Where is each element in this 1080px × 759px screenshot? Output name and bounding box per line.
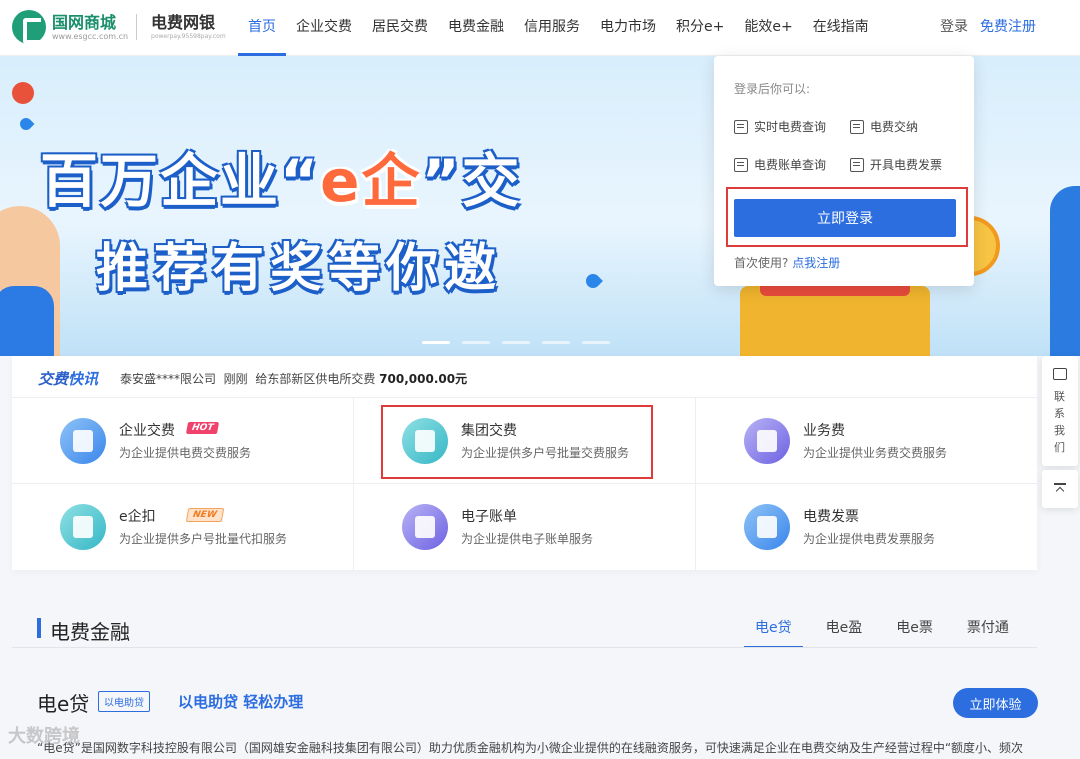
nav-power-market[interactable]: 电力市场 xyxy=(590,0,666,56)
try-now-button[interactable]: 立即体验 xyxy=(953,688,1038,718)
product-name: 电e贷 xyxy=(37,692,90,716)
chat-icon xyxy=(1053,368,1067,380)
product-tag: 以电助贷 xyxy=(98,691,150,712)
logo-product-url: powerpay.95598pay.com xyxy=(151,32,226,40)
login-hint: 登录后你可以: xyxy=(734,82,811,96)
logo-product-name: 电费网银 xyxy=(151,12,216,32)
product-slogan: 以电助贷 轻松办理 xyxy=(178,693,304,711)
carousel-dot[interactable] xyxy=(422,341,450,344)
new-badge: NEW xyxy=(185,508,224,522)
feature-invoice[interactable]: 开具电费发票 xyxy=(850,156,942,173)
nav-credit-service[interactable]: 信用服务 xyxy=(514,0,590,56)
decor-blue-drop xyxy=(17,115,35,133)
watermark: 大数跨境 xyxy=(8,726,80,747)
yen-doc-icon xyxy=(60,418,106,464)
contact-us-button[interactable]: 联系我们 xyxy=(1042,356,1078,466)
star-doc-icon xyxy=(402,504,448,550)
bar-chart-icon xyxy=(744,418,790,464)
service-e-deduct[interactable]: e企扣 NEW 为企业提供多户号批量代扣服务 xyxy=(12,484,354,570)
decor-red-blob xyxy=(12,82,34,104)
carousel-dot[interactable] xyxy=(502,341,530,344)
site-logo[interactable]: 国网商城 www.esgcc.com.cn 电费网银 powerpay.9559… xyxy=(12,10,226,44)
tab-piao-fu-tong[interactable]: 票付通 xyxy=(956,610,1020,648)
finance-section-title: 电费金融 xyxy=(50,620,130,644)
banner-subheadline: 推荐有奖等你邀 xyxy=(96,239,503,299)
feature-bill-payment[interactable]: 电费交纳 xyxy=(850,118,918,135)
service-invoice[interactable]: 电费发票 为企业提供电费发票服务 xyxy=(696,484,1037,570)
contact-us-label: 联系我们 xyxy=(1054,390,1065,454)
ticker-title: 交费快讯 xyxy=(38,370,99,388)
ticker-message: 泰安盛****限公司 刚刚 给东部新区供电所交费 700,000.00元 xyxy=(120,372,468,386)
tab-dian-e-ying[interactable]: 电e盈 xyxy=(815,610,874,648)
highlight-outline xyxy=(381,405,653,479)
printer-icon xyxy=(850,157,864,172)
finance-tabs: 电e贷 电e盈 电e票 票付通 xyxy=(744,610,1020,648)
decor-left-character xyxy=(0,206,60,356)
first-use-text: 首次使用? 点我注册 xyxy=(734,256,841,270)
carousel-dot[interactable] xyxy=(462,341,490,344)
tab-dian-e-piao[interactable]: 电e票 xyxy=(885,610,944,648)
decor-blue-drop xyxy=(583,271,603,291)
carousel-dot[interactable] xyxy=(542,341,570,344)
banner-headline: 百万企业“e企”交 xyxy=(40,147,522,215)
sgcc-logo-icon xyxy=(12,10,46,44)
payment-news-ticker: 交费快讯 泰安盛****限公司 刚刚 给东部新区供电所交费 700,000.00… xyxy=(12,356,1037,398)
nav-home[interactable]: 首页 xyxy=(238,0,286,56)
section-divider xyxy=(12,647,1037,648)
header-register-link[interactable]: 免费注册 xyxy=(980,0,1036,54)
header-login-link[interactable]: 登录 xyxy=(940,0,968,54)
logo-url: www.esgcc.com.cn xyxy=(52,31,129,41)
product-description: “电e贷”是国网数字科技控股有限公司（国网雄安金融科技集团有限公司）助力优质金融… xyxy=(37,741,1024,755)
nav-enterprise-payment[interactable]: 企业交费 xyxy=(286,0,362,56)
main-nav: 首页 企业交费 居民交费 电费金融 信用服务 电力市场 积分e+ 能效e+ 在线… xyxy=(238,0,879,56)
carousel-dot[interactable] xyxy=(582,341,610,344)
invoice-icon xyxy=(744,504,790,550)
service-business-fee[interactable]: 业务费 为企业提供业务费交费服务 xyxy=(696,398,1037,484)
logo-divider xyxy=(136,14,138,40)
hot-badge: HOT xyxy=(185,422,220,434)
login-now-button[interactable]: 立即登录 xyxy=(734,199,956,237)
nav-online-guide[interactable]: 在线指南 xyxy=(803,0,879,56)
feature-realtime-query[interactable]: 实时电费查询 xyxy=(734,118,826,135)
section-accent-bar xyxy=(37,618,41,638)
yen-icon xyxy=(850,119,864,134)
nav-resident-payment[interactable]: 居民交费 xyxy=(362,0,438,56)
bill-icon xyxy=(734,157,748,172)
top-header: 国网商城 www.esgcc.com.cn 电费网银 powerpay.9559… xyxy=(0,0,1080,56)
login-popup: 登录后你可以: 实时电费查询 电费交纳 电费账单查询 开具电费发票 立即登录 首… xyxy=(714,56,974,286)
nav-points[interactable]: 积分e+ xyxy=(666,0,734,56)
nav-efficiency[interactable]: 能效e+ xyxy=(734,0,802,56)
decor-right-character xyxy=(1050,186,1080,356)
logo-name: 国网商城 xyxy=(52,12,117,32)
register-link[interactable]: 点我注册 xyxy=(792,256,840,270)
card-icon xyxy=(60,504,106,550)
service-enterprise-payment[interactable]: 企业交费 HOT 为企业提供电费交费服务 xyxy=(12,398,354,484)
back-to-top-button[interactable] xyxy=(1042,470,1078,508)
decor-treasure-chest xyxy=(740,256,930,356)
feature-bill-query[interactable]: 电费账单查询 xyxy=(734,156,826,173)
carousel-dots xyxy=(422,341,610,344)
search-doc-icon xyxy=(734,119,748,134)
nav-electricity-finance[interactable]: 电费金融 xyxy=(438,0,514,56)
service-e-bill[interactable]: 电子账单 为企业提供电子账单服务 xyxy=(354,484,696,570)
arrow-up-icon xyxy=(1054,483,1066,495)
tab-dian-e-dai[interactable]: 电e贷 xyxy=(744,610,803,648)
